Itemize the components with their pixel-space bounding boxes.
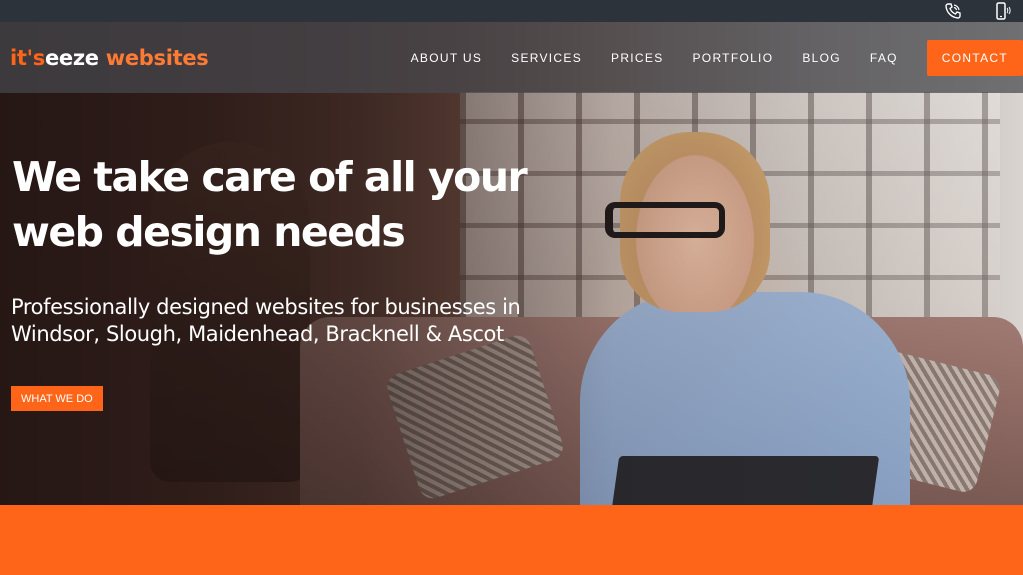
contact-button[interactable]: CONTACT xyxy=(926,40,1023,76)
nav-prices[interactable]: PRICES xyxy=(611,51,663,65)
hero-subheading: Professionally designed websites for bus… xyxy=(11,294,571,348)
site-logo[interactable]: it'seeze websites xyxy=(10,46,209,70)
logo-part-eeze: eeze xyxy=(44,46,99,70)
nav-faq[interactable]: FAQ xyxy=(870,51,898,65)
headline-line-1: We take care of all your xyxy=(12,153,528,201)
subheading-line-1: Professionally designed websites for bus… xyxy=(11,295,521,319)
hero-overlay xyxy=(0,22,1023,505)
phone-icon[interactable] xyxy=(943,1,963,21)
what-we-do-button[interactable]: WHAT WE DO xyxy=(11,386,103,411)
mobile-phone-icon[interactable] xyxy=(993,1,1013,21)
hero-background-image xyxy=(0,22,1023,505)
logo-part-websites: websites xyxy=(98,46,209,70)
headline-line-2: web design needs xyxy=(12,208,406,256)
nav-services[interactable]: SERVICES xyxy=(511,51,582,65)
nav-about-us[interactable]: ABOUT US xyxy=(411,51,483,65)
top-contact-bar xyxy=(0,0,1023,22)
nav-portfolio[interactable]: PORTFOLIO xyxy=(693,51,774,65)
orange-section-band xyxy=(0,505,1023,575)
main-menu: ABOUT US SERVICES PRICES PORTFOLIO BLOG … xyxy=(411,40,1023,76)
nav-blog[interactable]: BLOG xyxy=(802,51,841,65)
hero-headline: We take care of all your web design need… xyxy=(12,150,612,260)
logo-part-its: it's xyxy=(10,46,45,70)
subheading-line-2: Windsor, Slough, Maidenhead, Bracknell &… xyxy=(11,322,504,346)
